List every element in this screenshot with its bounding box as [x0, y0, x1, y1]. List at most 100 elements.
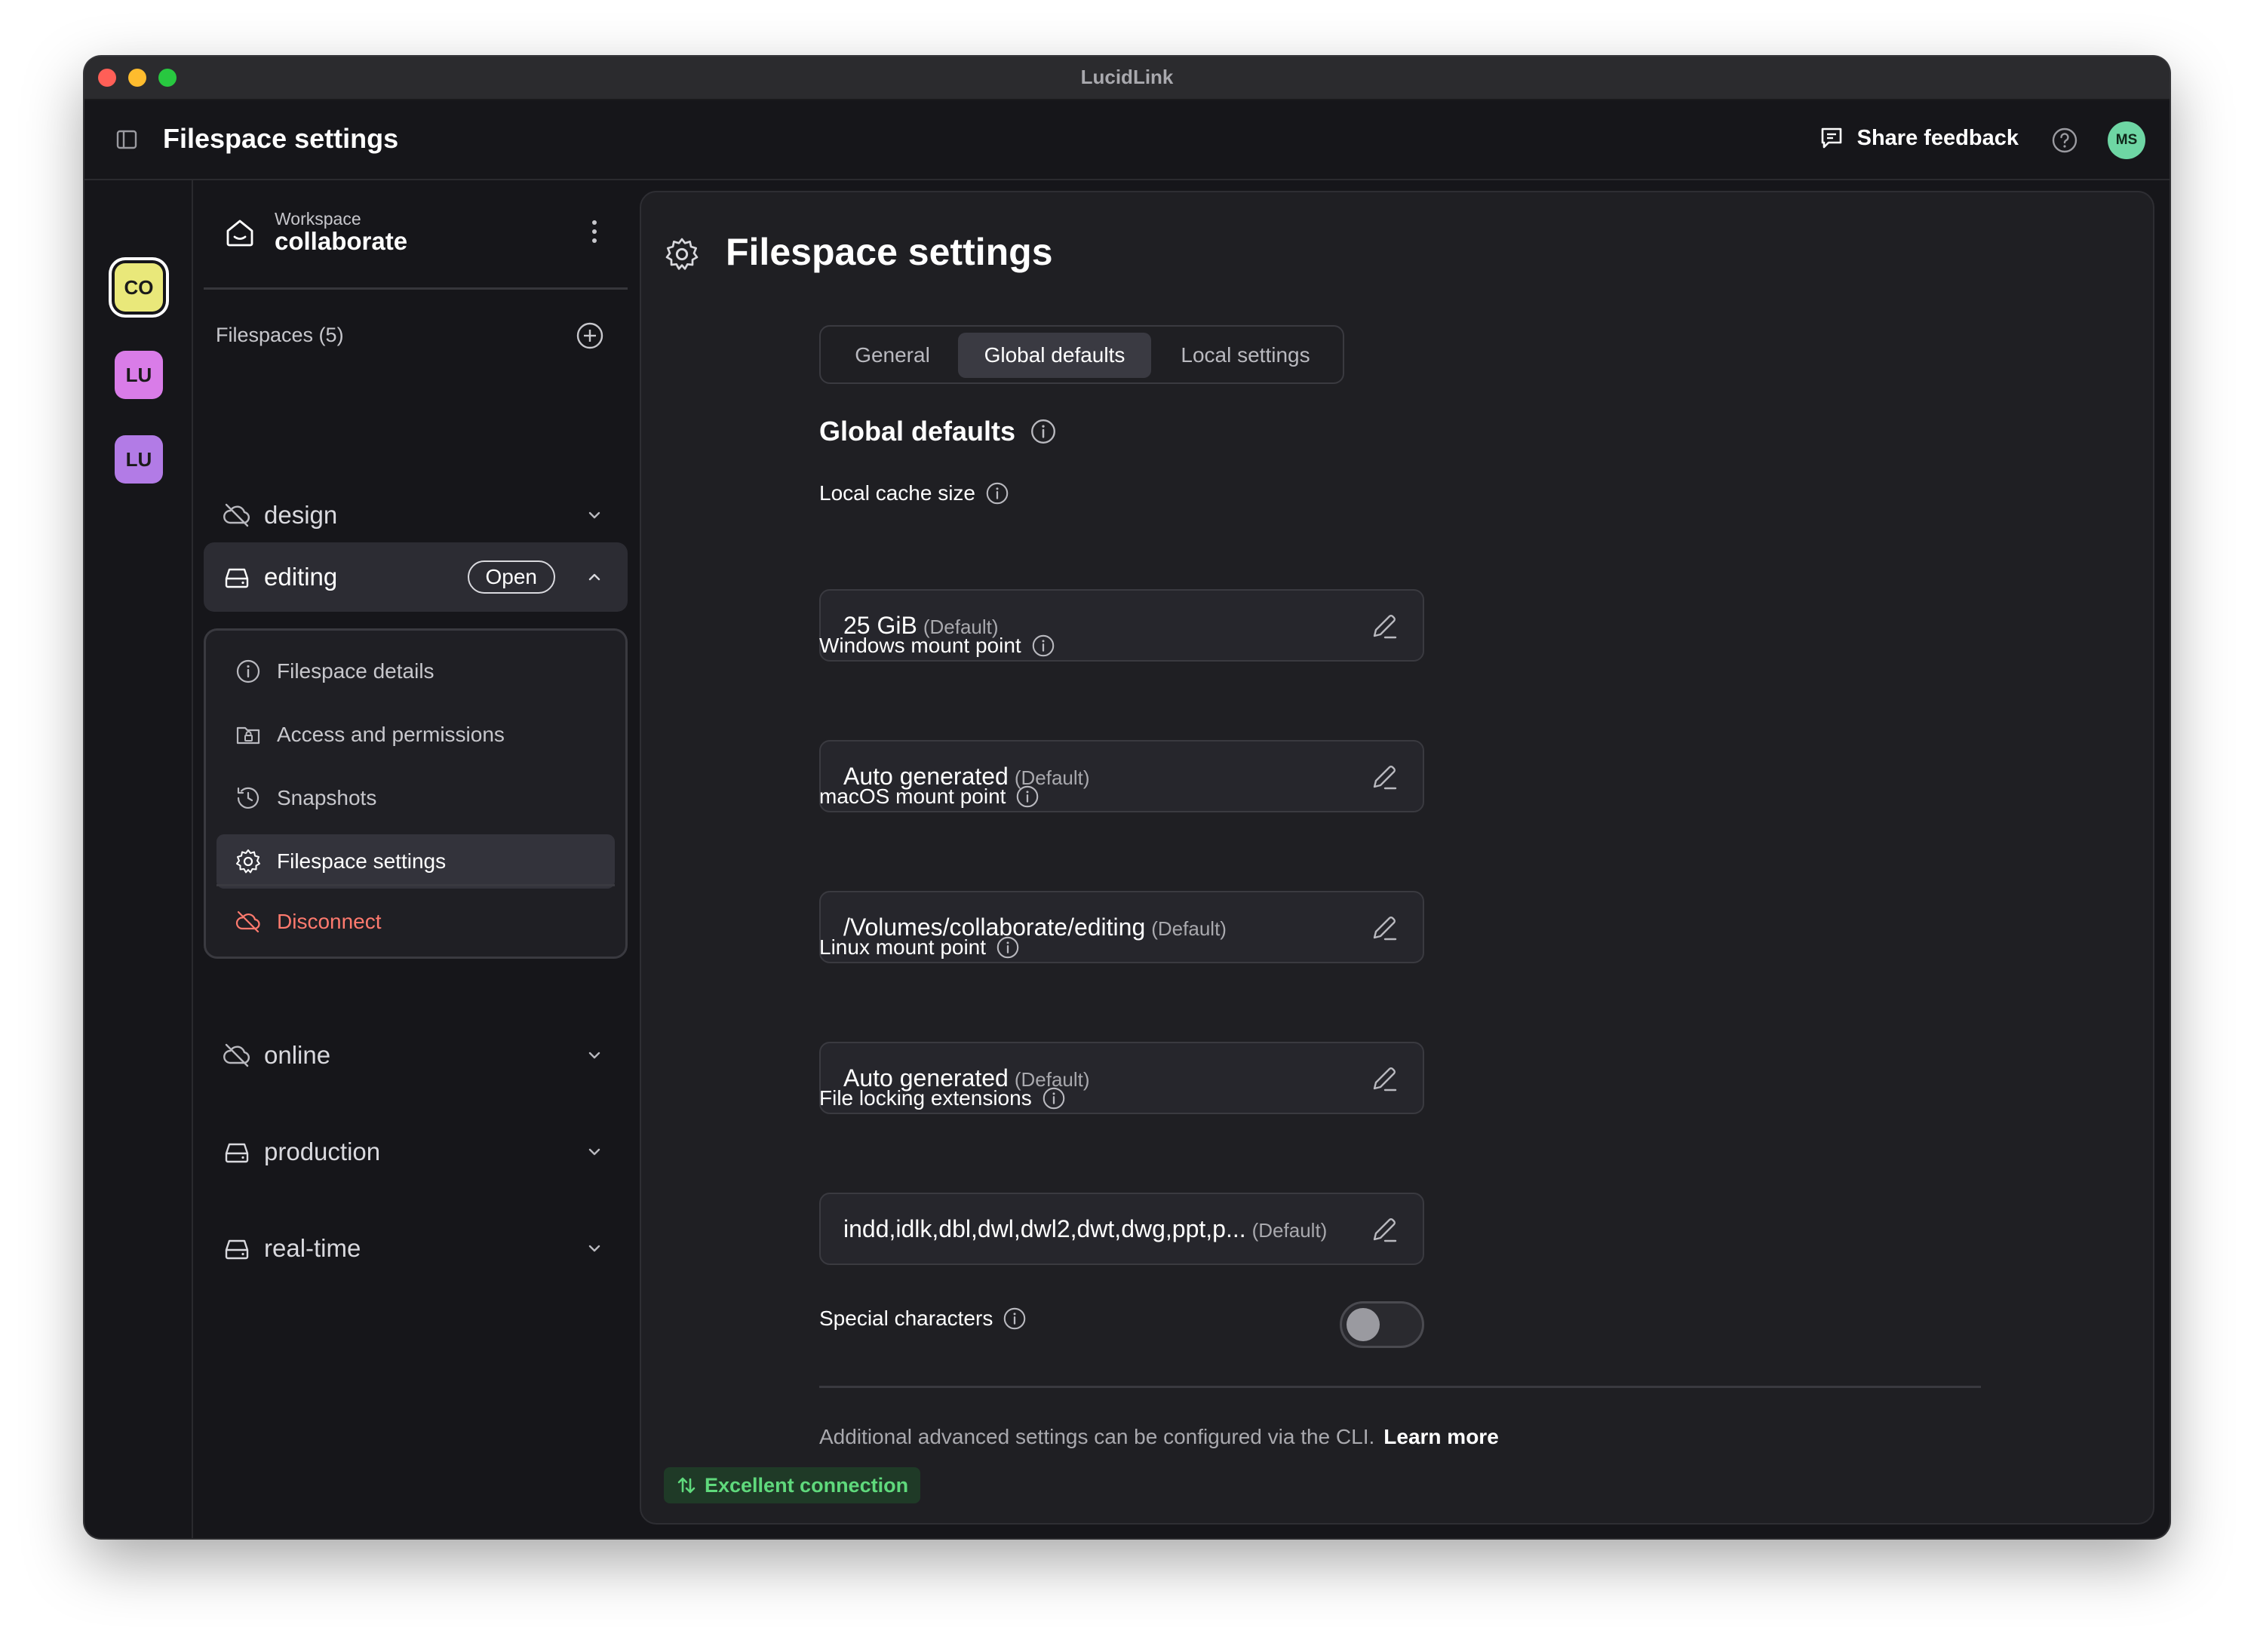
- filespace-name: real-time: [264, 1234, 361, 1262]
- help-icon[interactable]: [2050, 126, 2079, 155]
- submenu-item-access-and-permissions[interactable]: Access and permissions: [216, 708, 615, 762]
- submenu-item-snapshots[interactable]: Snapshots: [216, 771, 615, 825]
- sidebar: Workspace collaborate Filespaces (5) des…: [193, 179, 628, 1538]
- drive-icon: [222, 562, 252, 592]
- app-window: LucidLink Filespace settings Share feedb…: [84, 57, 2170, 1538]
- section-title: Global defaults: [819, 416, 1058, 447]
- connection-status-text: Excellent connection: [705, 1473, 909, 1497]
- filespaces-count-label: Filespaces (5): [216, 324, 344, 346]
- linux-mount-point-label: Linux mount point: [819, 935, 1021, 960]
- local-cache-size-label: Local cache size: [819, 481, 1010, 506]
- file-locking-extensions-field[interactable]: indd,idlk,dbl,dwl,dwl2,dwt,dwg,ppt,p...(…: [819, 1193, 1424, 1265]
- cli-note: Additional advanced settings can be conf…: [819, 1425, 1499, 1449]
- gear-icon: [664, 236, 700, 272]
- cli-note-text: Additional advanced settings can be conf…: [819, 1425, 1375, 1448]
- workspace-switch-lu-1[interactable]: LU: [115, 351, 163, 399]
- submenu-item-label: Snapshots: [277, 786, 377, 809]
- workspace-switch-lu-2[interactable]: LU: [115, 435, 163, 484]
- workspace-switch-co[interactable]: CO: [115, 263, 163, 312]
- workspace-header[interactable]: Workspace collaborate: [204, 179, 628, 290]
- feedback-icon: [1818, 124, 1845, 152]
- settings-tabs: General Global defaults Local settings: [819, 325, 1344, 384]
- drive-icon: [222, 1233, 252, 1264]
- submenu-item-disconnect[interactable]: Disconnect: [216, 895, 615, 949]
- submenu-item-filespace-settings[interactable]: Filespace settings: [216, 834, 615, 889]
- windows-mount-point-label: Windows mount point: [819, 633, 1056, 659]
- field-value: indd,idlk,dbl,dwl,dwl2,dwt,dwg,ppt,p...(…: [843, 1215, 1327, 1243]
- edit-pencil-icon[interactable]: [1368, 912, 1400, 944]
- edit-pencil-icon[interactable]: [1368, 610, 1400, 642]
- filespace-item-real-time[interactable]: real-time: [204, 1214, 628, 1283]
- filespace-submenu: Filespace details Access and permissions…: [204, 628, 628, 959]
- filespace-name: editing: [264, 563, 338, 591]
- home-icon: [223, 216, 256, 250]
- info-icon[interactable]: [1015, 784, 1040, 809]
- submenu-divider: [216, 884, 615, 886]
- field-label-text: Windows mount point: [819, 634, 1021, 657]
- section-divider: [819, 1386, 1981, 1388]
- file-locking-extensions-label: File locking extensions: [819, 1085, 1067, 1111]
- chevron-down-icon: [584, 1045, 605, 1066]
- filespace-item-design[interactable]: design: [204, 481, 628, 550]
- filespace-name: production: [264, 1138, 381, 1165]
- share-feedback-label: Share feedback: [1856, 125, 2019, 150]
- special-characters-label: Special characters: [819, 1306, 1027, 1331]
- info-icon[interactable]: [995, 935, 1021, 960]
- field-label-text: Linux mount point: [819, 935, 987, 959]
- info-icon[interactable]: [1041, 1085, 1067, 1111]
- filespace-name: design: [264, 501, 338, 529]
- cloud-off-icon: [222, 500, 252, 530]
- info-icon[interactable]: [1030, 633, 1056, 659]
- app-header: Filespace settings Share feedback MS: [84, 100, 2170, 180]
- info-icon[interactable]: [984, 481, 1010, 506]
- more-options-icon[interactable]: [590, 216, 599, 247]
- header-title: Filespace settings: [163, 123, 399, 154]
- add-filespace-icon[interactable]: [575, 321, 605, 351]
- info-icon[interactable]: [1029, 417, 1058, 446]
- default-tag: (Default): [1251, 1219, 1328, 1242]
- filespace-item-online[interactable]: online: [204, 1021, 628, 1090]
- chevron-down-icon: [584, 505, 605, 526]
- info-icon[interactable]: [1002, 1306, 1027, 1331]
- tab-local-settings[interactable]: Local settings: [1151, 333, 1340, 378]
- user-avatar[interactable]: MS: [2108, 121, 2145, 159]
- tab-global-defaults[interactable]: Global defaults: [958, 333, 1151, 378]
- workspace-name: collaborate: [275, 227, 408, 255]
- workspace-label: Workspace: [275, 209, 361, 229]
- field-label-text: File locking extensions: [819, 1086, 1032, 1110]
- clock-history-icon: [235, 785, 262, 812]
- section-title-text: Global defaults: [819, 416, 1016, 447]
- sidebar-toggle-icon[interactable]: [115, 127, 139, 152]
- toggle-knob: [1347, 1308, 1380, 1341]
- edit-pencil-icon[interactable]: [1368, 1214, 1400, 1245]
- chevron-down-icon: [584, 1141, 605, 1162]
- info-icon: [235, 658, 262, 685]
- edit-pencil-icon[interactable]: [1368, 761, 1400, 793]
- submenu-item-filespace-details[interactable]: Filespace details: [216, 644, 615, 699]
- folder-lock-icon: [235, 721, 262, 748]
- transfer-arrows-icon: [676, 1475, 697, 1496]
- submenu-item-label: Filespace details: [277, 659, 435, 683]
- window-title: LucidLink: [1080, 66, 1174, 88]
- learn-more-link[interactable]: Learn more: [1383, 1425, 1499, 1448]
- share-feedback-button[interactable]: Share feedback: [1818, 121, 2019, 155]
- submenu-item-label: Filespace settings: [277, 849, 447, 873]
- chevron-up-icon: [584, 567, 605, 588]
- field-label-text: Local cache size: [819, 481, 976, 505]
- filespace-name: online: [264, 1041, 331, 1069]
- field-label-text: macOS mount point: [819, 785, 1006, 808]
- filespace-item-production[interactable]: production: [204, 1117, 628, 1187]
- main-panel: Filespace settings General Global defaul…: [640, 191, 2154, 1525]
- connection-status-badge: Excellent connection: [664, 1467, 921, 1503]
- gear-icon: [235, 848, 262, 875]
- default-tag: (Default): [1151, 917, 1227, 940]
- filespace-item-editing[interactable]: editing Open: [204, 542, 628, 612]
- cloud-off-icon: [222, 1040, 252, 1070]
- drive-icon: [222, 1137, 252, 1167]
- title-bar: LucidLink: [84, 57, 2170, 100]
- page-title: Filespace settings: [726, 231, 1053, 273]
- tab-general[interactable]: General: [827, 333, 958, 378]
- special-characters-toggle[interactable]: [1340, 1301, 1424, 1348]
- submenu-item-label: Access and permissions: [277, 723, 505, 746]
- edit-pencil-icon[interactable]: [1368, 1063, 1400, 1095]
